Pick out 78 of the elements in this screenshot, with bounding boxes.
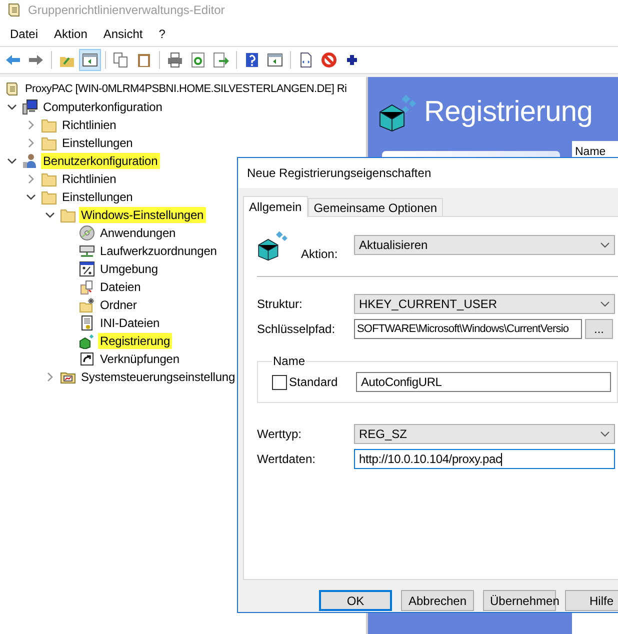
tree-item[interactable]: Laufwerkzuordnungen [98, 243, 219, 259]
forward-icon [28, 52, 44, 68]
tab[interactable]: Allgemein [243, 196, 308, 217]
field-label: Werttyp: [257, 427, 302, 441]
group-legend: Name [272, 354, 306, 368]
tree-item[interactable]: Dateien [98, 279, 143, 295]
back-icon [5, 52, 21, 68]
hive-dropdown[interactable]: HKEY_CURRENT_USER [354, 294, 615, 314]
dialog-title: Neue Registrierungseigenschaften [247, 166, 432, 180]
checkbox-label: Standard [289, 375, 338, 389]
refresh-icon [190, 52, 206, 68]
field-label: Wertdaten: [257, 452, 316, 466]
tree-item[interactable]: Einstellungen [60, 189, 135, 205]
checkbox[interactable] [272, 374, 287, 390]
tree-item[interactable]: INI-Dateien [98, 315, 162, 331]
pane-icon [267, 52, 283, 68]
menu-item[interactable]: Datei [4, 25, 44, 43]
tree-item[interactable]: Umgebung [98, 261, 160, 277]
value-type-dropdown[interactable]: REG_SZ [354, 424, 615, 444]
tree-item[interactable]: Einstellungen [60, 135, 135, 151]
tree-item[interactable]: Benutzerkonfiguration [41, 153, 160, 169]
folder-icon [41, 171, 57, 187]
folder-icon [60, 207, 76, 223]
tree-item[interactable]: Richtlinien [60, 171, 118, 187]
chevron-icon [600, 301, 610, 307]
tree-item[interactable]: Registrierung [98, 333, 172, 349]
user-icon [22, 153, 38, 169]
dialog-button[interactable]: Abbrechen [401, 590, 474, 611]
tree-item[interactable]: Systemsteuerungseinstellung [79, 369, 238, 385]
column-header[interactable]: Name [575, 146, 606, 158]
tree-item[interactable]: Anwendungen [98, 225, 178, 241]
percent-window-icon [79, 261, 95, 277]
help-icon [244, 52, 260, 68]
value-data-field[interactable]: http://10.0.10.104/proxy.pac [354, 449, 615, 469]
tab[interactable]: Gemeinsame Optionen [308, 198, 444, 216]
field-label: Aktion: [301, 247, 338, 261]
clipboard-icon [136, 52, 152, 68]
tree-item[interactable]: Windows-Einstellungen [79, 207, 206, 223]
action-dropdown[interactable]: Aktualisieren [354, 235, 615, 255]
key-path-field[interactable]: SOFTWARE\Microsoft\Windows\CurrentVersio [354, 319, 582, 339]
stop-icon [321, 52, 337, 68]
folder-icon [41, 117, 57, 133]
tree-item[interactable]: Computerkonfiguration [41, 99, 164, 115]
scroll-icon [4, 81, 20, 97]
notepad-icon [79, 315, 95, 331]
tree-item[interactable]: Ordner [98, 297, 139, 313]
drive-icon [79, 243, 95, 259]
menu-item[interactable]: Ansicht [97, 25, 149, 43]
folder-icon [41, 189, 57, 205]
shortcut-icon [79, 351, 95, 367]
folder-sparkle-icon [79, 297, 95, 313]
chevron-icon [600, 242, 610, 248]
folder-icon [41, 135, 57, 151]
tree-item[interactable]: Richtlinien [60, 117, 118, 133]
pane-icon [82, 52, 98, 68]
computer-icon [22, 99, 38, 115]
printer-icon [167, 52, 183, 68]
chevron-icon [600, 431, 610, 437]
pane-heading: Registrierung [424, 96, 593, 128]
menu-item[interactable]: Aktion [48, 25, 94, 43]
dialog-button[interactable]: Hilfe [565, 590, 618, 611]
tree-item[interactable]: Verknüpfungen [98, 351, 182, 367]
scroll-icon [6, 2, 22, 18]
field-label: Schlüsselpfad: [257, 322, 336, 336]
export-icon [213, 52, 229, 68]
dialog-button[interactable]: OK [319, 590, 392, 611]
window-title: Gruppenrichtlinienverwaltungs-Editor [28, 3, 225, 17]
document-icon [298, 52, 314, 68]
plus-icon [344, 52, 360, 68]
files-icon [79, 279, 95, 295]
tree-root[interactable]: ProxyPAC [WIN-0MLRM4PSBNI.HOME.SILVESTERLANGEN.DE] Ri [23, 82, 349, 96]
menu-item[interactable]: ? [152, 25, 172, 43]
disc-icon [79, 225, 95, 241]
name-field[interactable]: AutoConfigURL [356, 372, 611, 392]
copy-icon [113, 52, 129, 68]
toolbar-button[interactable] [79, 49, 101, 71]
browse-button[interactable]: ... [585, 319, 613, 339]
field-label: Struktur: [257, 297, 304, 311]
